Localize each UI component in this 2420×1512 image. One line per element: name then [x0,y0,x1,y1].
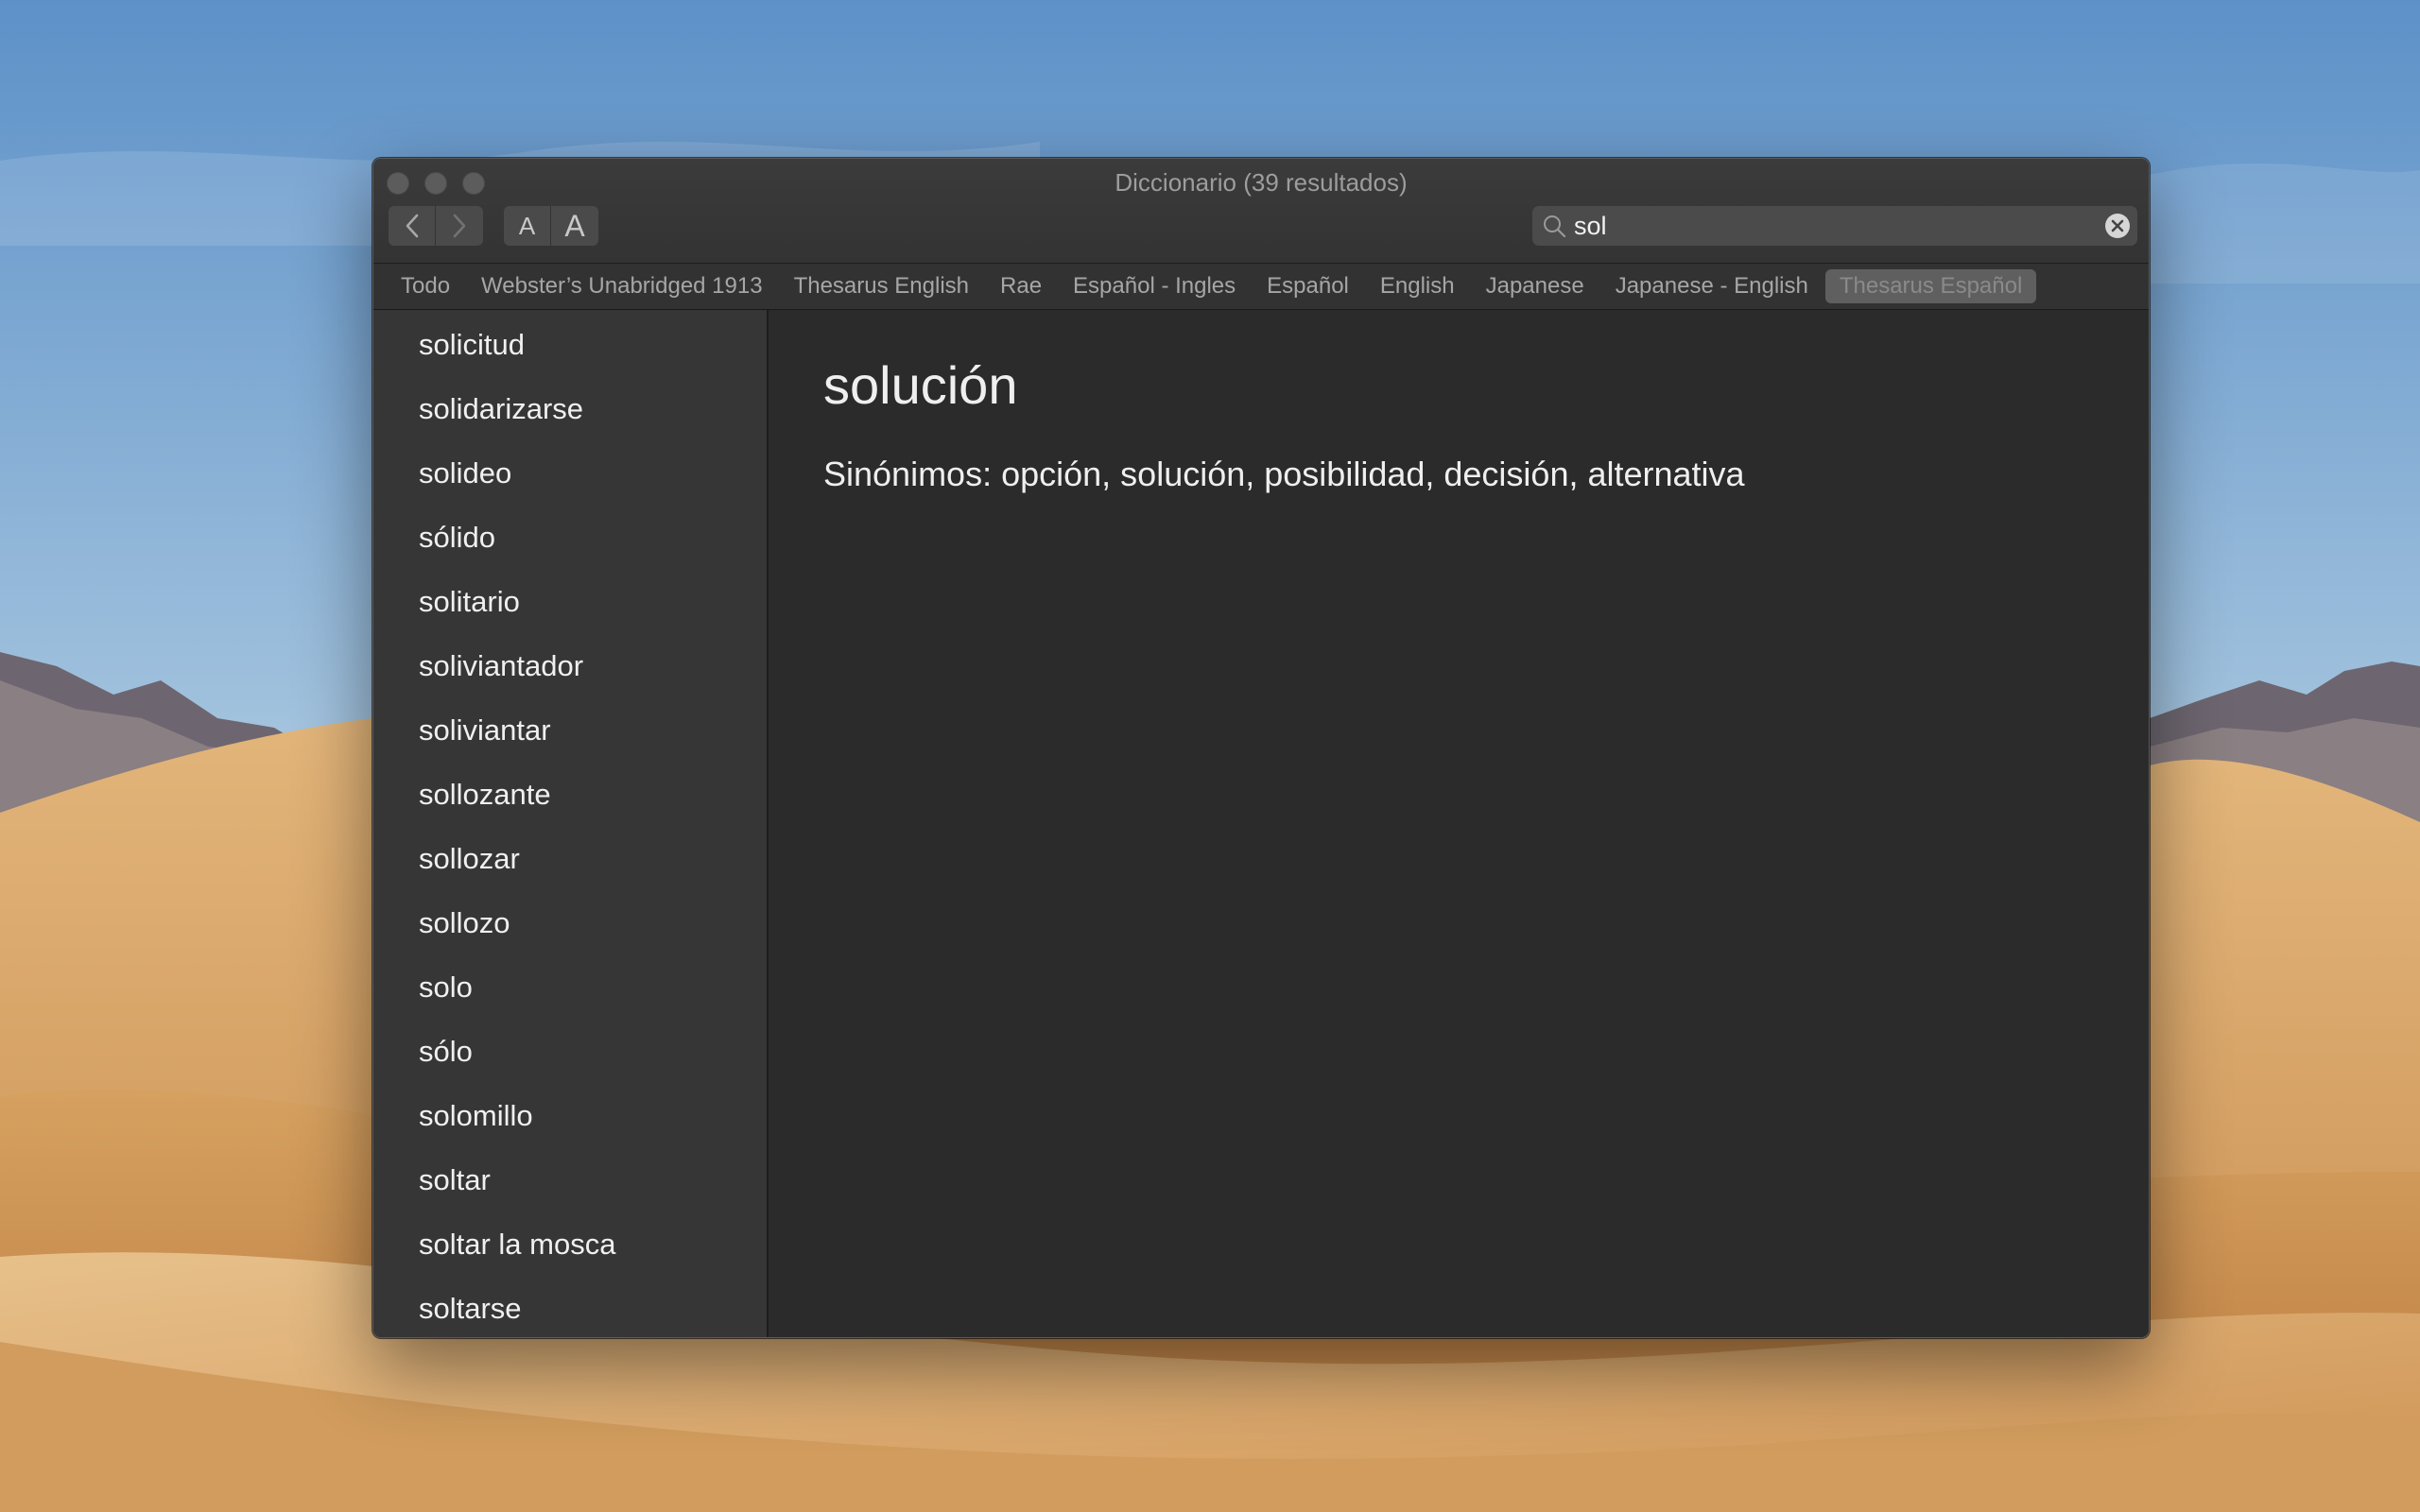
results-sidebar[interactable]: solicitud solidarizarse solideo sólido solit… [373,310,769,1337]
entry-definition: Sinónimos: opción, solución, posibilidad… [823,455,1745,493]
font-size-buttons: A A [504,206,598,246]
tab-todo[interactable]: Todo [387,269,464,303]
result-list-item[interactable]: solomillo [373,1096,767,1160]
result-list-item[interactable]: soltar la mosca [373,1225,767,1289]
result-list-item[interactable]: sollozo [373,903,767,968]
dictionary-window: Diccionario (39 resultados) A A sol Todo… [372,158,2150,1338]
result-list-item[interactable]: sólo [373,1032,767,1096]
tab-thesarus-español[interactable]: Thesarus Español [1824,269,2037,303]
tab-japanese[interactable]: Japanese [1472,269,1599,303]
result-list-item[interactable]: sólido [373,518,767,582]
search-input[interactable] [1568,206,2103,246]
result-list-item[interactable]: soliviantar [373,711,767,775]
magnifying-glass-icon [1544,215,1566,238]
forward-button[interactable] [436,206,483,246]
results-list: solicitud solidarizarse solideo sólido solit… [373,310,767,1337]
dictionary-source-tabs: Todo Webster’s Unabridged 1913 Thesarus En… [373,263,2149,310]
chevron-right-icon [453,214,466,238]
clear-circle-x-icon[interactable] [2103,212,2132,240]
search-field[interactable] [1532,206,2137,246]
result-list-item[interactable]: solidarizarse [373,389,767,454]
result-list-item[interactable]: sollozante [373,775,767,839]
titlebar: Diccionario (39 resultados) A A [373,159,2149,263]
result-list-item[interactable]: solicitud [373,325,767,389]
chevron-left-icon [406,214,418,238]
tab-español[interactable]: Español [1253,269,1363,303]
result-list-item[interactable]: solideo [373,454,767,518]
result-list-item[interactable]: soltar [373,1160,767,1225]
result-list-item[interactable]: solo [373,968,767,1032]
tab-rae[interactable]: Rae [986,269,1056,303]
result-list-item[interactable]: soliviantador [373,646,767,711]
entry-headword: solución [823,355,1018,415]
back-button[interactable] [389,206,436,246]
result-list-item[interactable]: soltarse [373,1289,767,1337]
tab-español-ingles[interactable]: Español - Ingles [1059,269,1250,303]
font-larger-button[interactable]: A [551,206,598,246]
tab-webster-s-unabridged-1913[interactable]: Webster’s Unabridged 1913 [467,269,777,303]
font-smaller-button[interactable]: A [504,206,551,246]
entry-content: solución Sinónimos: opción, solución, po… [770,310,2149,1337]
navigation-buttons [389,206,483,246]
window-title: Diccionario (39 resultados) [1115,168,1408,197]
result-list-item[interactable]: sollozar [373,839,767,903]
tab-english[interactable]: English [1366,269,1469,303]
tab-japanese-english[interactable]: Japanese - English [1601,269,1823,303]
result-list-item[interactable]: solitario [373,582,767,646]
tab-thesarus-english[interactable]: Thesarus English [780,269,983,303]
